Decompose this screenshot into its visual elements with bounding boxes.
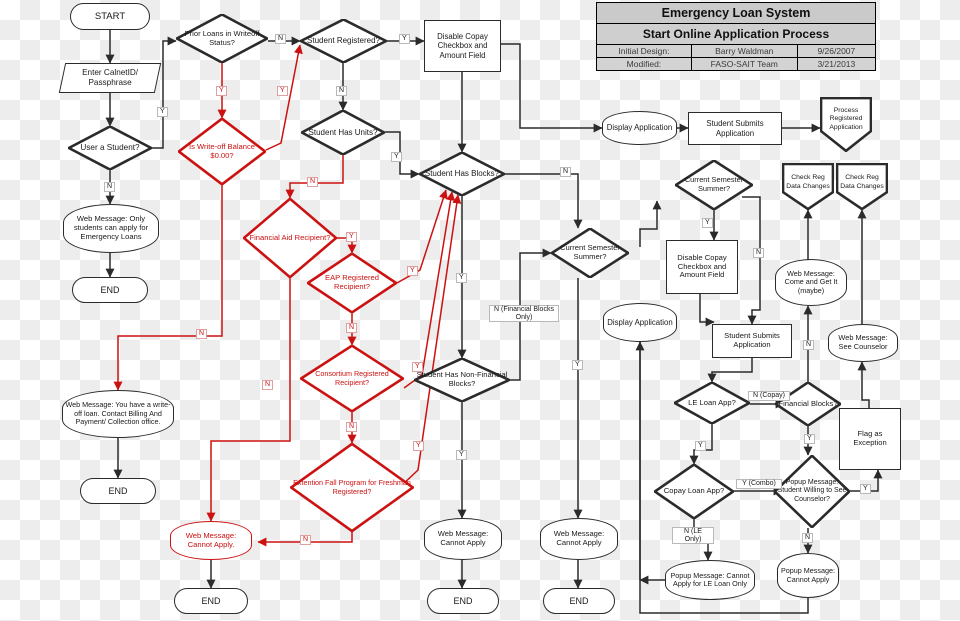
node-web-message-cannot-apply-red: Web Message: Cannot Apply. — [170, 521, 252, 560]
node-popup-cannot-apply: Popup Message: Cannot Apply — [777, 553, 839, 598]
edge-label-blocks-n: N — [560, 167, 572, 177]
node-web-message-only-students: Web Message: Only students can apply for… — [63, 204, 159, 253]
node-check-reg-data-changes-2: Check Reg Data Changes — [836, 163, 888, 210]
edge-label-user-student-y: Y — [157, 107, 168, 117]
edge-label-le-loan-y: Y — [695, 441, 706, 451]
edge-label-consortium-y: Y — [412, 362, 423, 372]
node-extention-fall-program: Extention Fall Program for Freshman Regi… — [290, 443, 414, 532]
title-block-system-row: Emergency Loan System — [597, 3, 875, 24]
flowchart-canvas: Emergency Loan System Start Online Appli… — [0, 0, 960, 621]
edge-label-summer2-y: Y — [702, 218, 713, 228]
edge-label-eap-n: N — [346, 323, 358, 333]
node-student-registered: Student Registered? — [300, 19, 387, 63]
node-end-2: END — [80, 478, 156, 504]
node-current-semester-summer-2: Current Semester Summer? — [675, 160, 753, 210]
edge-label-fin-aid-n: N — [262, 380, 274, 390]
edge-label-fin-blocks-n: N — [803, 340, 815, 350]
title-block-system: Emergency Loan System — [597, 3, 875, 23]
node-end-3: END — [174, 588, 248, 614]
node-financial-blocks: Financial Blocks? — [775, 382, 841, 426]
edge-label-writeoff-n: N — [196, 329, 208, 339]
edge-label-nonfin-y: Y — [456, 450, 467, 460]
edge-label-copay-loan-n: N (LE Only) — [672, 527, 714, 545]
node-web-message-writeoff-loan: Web Message: You have a write-off loan. … — [62, 390, 174, 438]
edge-label-units-y: Y — [391, 152, 402, 162]
edge-label-summer2-n: N — [753, 248, 765, 258]
node-check-reg-data-changes-1: Check Reg Data Changes — [782, 163, 834, 210]
edge-label-nonfin-n: N (Financial Blocks Only) — [489, 305, 559, 323]
edge-label-writeoff-y: Y — [277, 86, 288, 96]
node-le-loan-app: LE Loan App? — [674, 382, 750, 424]
node-web-message-cannot-apply-2: Web Message: Cannot Apply — [540, 518, 618, 560]
title-block-row-modified: Modified: FASO-SAIT Team 3/21/2013 — [597, 58, 875, 70]
node-student-submits-application-1: Student Submits Application — [688, 112, 782, 145]
title-block: Emergency Loan System Start Online Appli… — [596, 2, 876, 71]
edge-label-units-n: N — [307, 177, 319, 187]
edge-label-willing-y: Y — [860, 484, 871, 494]
modified-date: 3/21/2013 — [797, 58, 875, 70]
initial-design-label: Initial Design: — [597, 45, 692, 57]
node-student-submits-application-2: Student Submits Application — [712, 324, 792, 358]
node-eap-registered-recipient: EAP Registered Recipient? — [307, 253, 397, 313]
edge-label-summer1-y: Y — [572, 360, 583, 370]
edge-label-blocks-y: Y — [456, 273, 467, 283]
edge-label-user-student-n: N — [104, 182, 116, 192]
node-display-application-2: Display Application — [603, 303, 677, 342]
node-web-message-come-and-get-it: Web Message: Come and Get It (maybe) — [775, 259, 847, 306]
node-prior-loans-writeoff: Prior Loans in Writeoff Status? — [176, 14, 268, 63]
node-student-has-blocks: Student Has Blocks? — [419, 152, 505, 196]
node-flag-as-exception: Flag as Exception — [839, 408, 901, 470]
node-student-has-non-financial-blocks: Student Has Non-Financial Blocks? — [414, 358, 510, 402]
node-web-message-cannot-apply-1: Web Message: Cannot Apply — [424, 518, 502, 560]
initial-design-value: Barry Waldman — [691, 45, 798, 57]
node-disable-copay-1: Disable Copay Checkbox and Amount Field — [424, 20, 501, 72]
node-web-message-see-counselor: Web Message: See Counselor — [828, 324, 898, 362]
edge-label-registered-y: Y — [399, 34, 410, 44]
edge-label-willing-n: N — [802, 533, 814, 543]
node-display-application-1: Display Application — [602, 111, 677, 145]
edge-label-consortium-n: N — [346, 422, 358, 432]
node-start: START — [70, 3, 150, 30]
node-end-4: END — [427, 588, 499, 614]
title-block-row-initial-design: Initial Design: Barry Waldman 9/26/2007 — [597, 45, 875, 58]
node-copay-loan-app: Copay Loan App? — [654, 464, 734, 519]
node-student-has-units: Student Has Units? — [301, 110, 385, 155]
edge-label-registered-n: N — [336, 86, 348, 96]
node-popup-cannot-apply-le-loan-only: Popup Message: Cannot Apply for LE Loan … — [665, 560, 755, 600]
edge-label-prior-loans-n: N — [275, 34, 287, 44]
node-is-writeoff-balance-zero: Is Write-off Balance $0.00? — [178, 118, 266, 185]
title-block-process-row: Start Online Application Process — [597, 24, 875, 45]
node-consortium-registered-recipient: Consortium Registered Recipient? — [300, 345, 404, 412]
node-current-semester-summer-1: Current Semester Summer? — [551, 228, 629, 278]
edge-label-fin-aid-y: Y — [346, 232, 357, 242]
edge-label-prior-loans-y: Y — [216, 86, 227, 96]
title-block-process: Start Online Application Process — [597, 24, 875, 44]
node-disable-copay-2: Disable Copay Checkbox and Amount Field — [666, 240, 738, 294]
node-process-registered-application: Process Registered Application — [820, 97, 872, 152]
node-enter-calnet-id: Enter CalnetID/ Passphrase — [58, 63, 162, 93]
node-end-5: END — [543, 588, 615, 614]
initial-design-date: 9/26/2007 — [797, 45, 875, 57]
modified-value: FASO-SAIT Team — [691, 58, 798, 70]
edge-label-fin-blocks-y: Y — [804, 434, 815, 444]
edge-label-extention-n: N — [300, 535, 312, 545]
edge-label-le-loan-n: N (Copay) — [748, 391, 790, 401]
node-end-1: END — [72, 277, 148, 303]
modified-label: Modified: — [597, 58, 692, 70]
edge-label-copay-loan-y: Y (Combo) — [736, 479, 782, 489]
edge-label-eap-y: Y — [407, 266, 418, 276]
node-user-a-student: User a Student? — [68, 126, 152, 170]
edge-label-extention-y: Y — [413, 441, 424, 451]
